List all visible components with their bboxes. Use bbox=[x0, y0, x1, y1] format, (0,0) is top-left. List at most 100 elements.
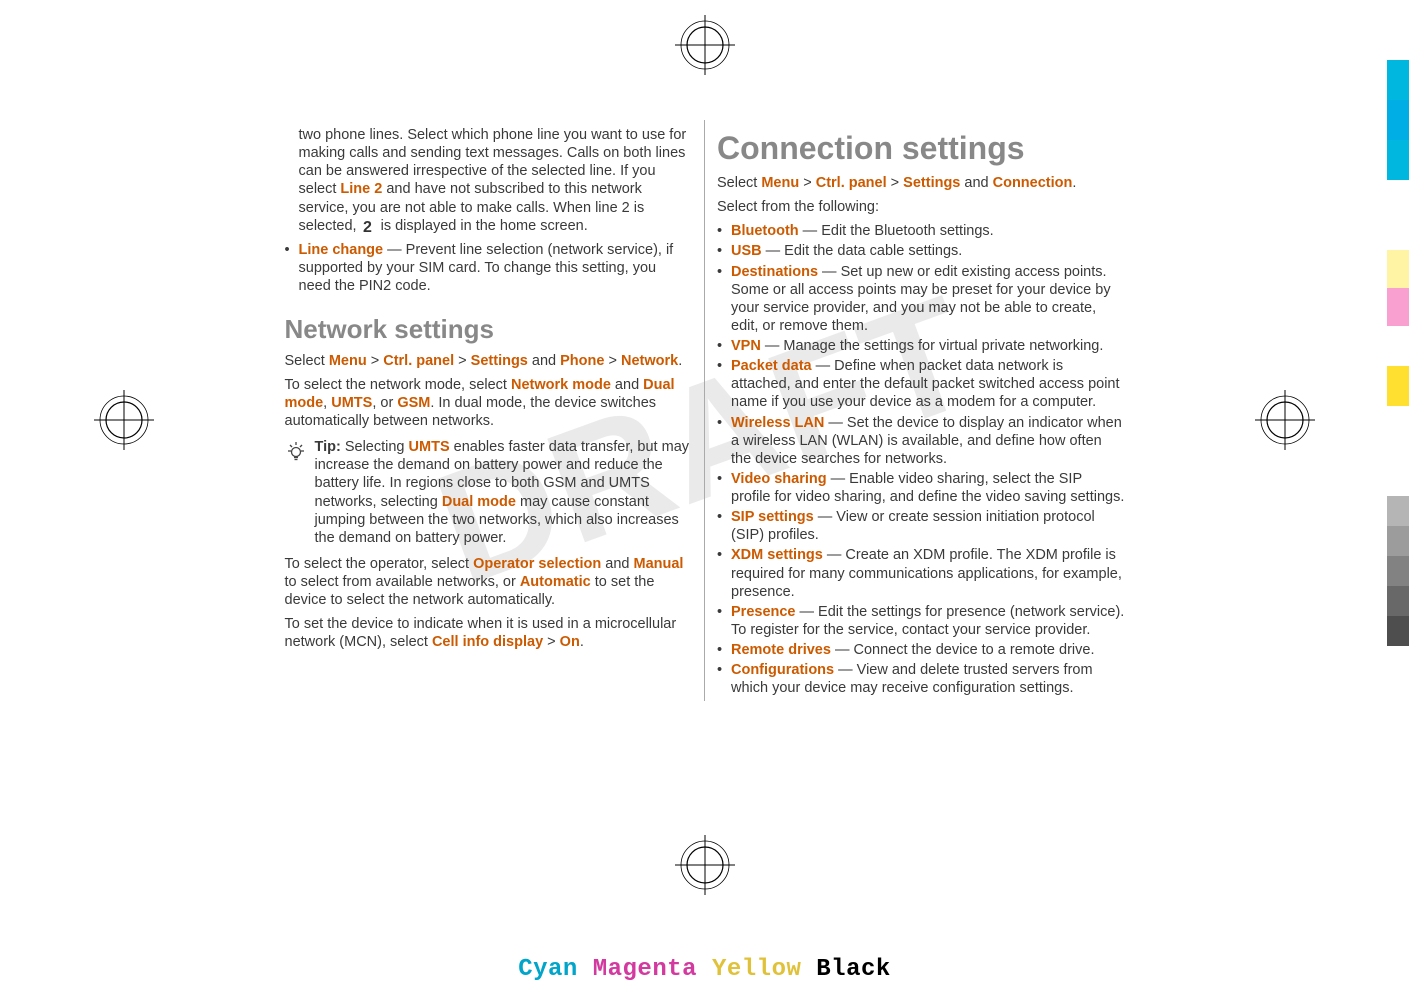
period: . bbox=[580, 634, 584, 650]
color-swatch bbox=[1387, 406, 1409, 496]
connection-item-label: SIP settings bbox=[731, 509, 814, 525]
svg-text:2: 2 bbox=[363, 219, 372, 235]
network-settings-heading: Network settings bbox=[285, 313, 693, 346]
op-pre: To select the operator, select bbox=[285, 556, 474, 572]
phone-link: Phone bbox=[560, 353, 604, 369]
operator-paragraph: To select the operator, select Operator … bbox=[285, 555, 693, 609]
line-change-item: Line change — Prevent line selection (ne… bbox=[285, 241, 693, 295]
tip-icon bbox=[285, 438, 307, 547]
color-calibration-bar bbox=[1387, 60, 1409, 646]
ctrl-panel-link: Ctrl. panel bbox=[383, 353, 454, 369]
color-swatch bbox=[1387, 250, 1409, 288]
color-swatch bbox=[1387, 326, 1409, 366]
black-label: Black bbox=[816, 956, 891, 983]
tip-block: Tip: Selecting UMTS enables faster data … bbox=[285, 438, 693, 547]
connection-item: Destinations — Set up new or edit existi… bbox=[717, 263, 1125, 336]
sep: > bbox=[604, 353, 621, 369]
sep: > bbox=[367, 353, 384, 369]
connection-settings-heading: Connection settings bbox=[717, 128, 1125, 168]
settings-link: Settings bbox=[471, 353, 528, 369]
automatic-link: Automatic bbox=[520, 574, 591, 590]
color-swatch bbox=[1387, 288, 1409, 326]
ctrl-panel-link: Ctrl. panel bbox=[816, 175, 887, 191]
period: . bbox=[1072, 175, 1076, 191]
operator-selection-link: Operator selection bbox=[473, 556, 601, 572]
and-label: and bbox=[611, 377, 643, 393]
left-column: two phone lines. Select which phone line… bbox=[285, 120, 705, 701]
intro-paragraph: two phone lines. Select which phone line… bbox=[285, 126, 693, 235]
page: DRAFT two phone lines. Select which phon… bbox=[165, 0, 1245, 1003]
connection-item: Video sharing — Enable video sharing, se… bbox=[717, 470, 1125, 506]
select-label: Select bbox=[717, 175, 761, 191]
color-swatch bbox=[1387, 586, 1409, 616]
magenta-label: Magenta bbox=[593, 956, 697, 983]
umts-link: UMTS bbox=[331, 395, 372, 411]
footer-color-labels: Cyan Magenta Yellow Black bbox=[518, 956, 891, 983]
color-swatch bbox=[1387, 496, 1409, 526]
connection-item-label: Presence bbox=[731, 604, 796, 620]
connection-item-label: Packet data bbox=[731, 358, 812, 374]
tip-pre: Selecting bbox=[341, 439, 409, 455]
connection-link: Connection bbox=[993, 175, 1073, 191]
connection-item-text: — Connect the device to a remote drive. bbox=[831, 642, 1095, 658]
from-following: Select from the following: bbox=[717, 198, 1125, 216]
color-swatch bbox=[1387, 140, 1409, 180]
or-label: , or bbox=[372, 395, 397, 411]
period: . bbox=[678, 353, 682, 369]
dual-mode-link-2: Dual mode bbox=[442, 494, 516, 510]
connection-item: Remote drives — Connect the device to a … bbox=[717, 641, 1125, 659]
mcn-paragraph: To set the device to indicate when it is… bbox=[285, 615, 693, 651]
select-label: Select bbox=[285, 353, 329, 369]
connection-item: Configurations — View and delete trusted… bbox=[717, 661, 1125, 697]
color-swatch bbox=[1387, 60, 1409, 100]
and-label: and bbox=[960, 175, 992, 191]
registration-mark-right bbox=[1255, 390, 1315, 450]
registration-mark-top bbox=[675, 15, 735, 75]
connection-item-label: Destinations bbox=[731, 264, 818, 280]
connection-item: XDM settings — Create an XDM profile. Th… bbox=[717, 546, 1125, 600]
connection-item: Packet data — Define when packet data ne… bbox=[717, 357, 1125, 411]
network-mode-paragraph: To select the network mode, select Netwo… bbox=[285, 376, 693, 430]
color-swatch bbox=[1387, 100, 1409, 140]
connection-item: USB — Edit the data cable settings. bbox=[717, 242, 1125, 260]
connection-item-label: VPN bbox=[731, 338, 761, 354]
umts-link-2: UMTS bbox=[409, 439, 450, 455]
connection-path: Select Menu > Ctrl. panel > Settings and… bbox=[717, 174, 1125, 192]
connection-item-text: — Edit the data cable settings. bbox=[762, 243, 963, 259]
mode-pre: To select the network mode, select bbox=[285, 377, 511, 393]
cell-info-link: Cell info display bbox=[432, 634, 543, 650]
content-columns: two phone lines. Select which phone line… bbox=[285, 120, 1125, 701]
and-label: and bbox=[528, 353, 560, 369]
connection-item-label: XDM settings bbox=[731, 547, 823, 563]
line2-link: Line 2 bbox=[340, 181, 382, 197]
connection-item-label: Video sharing bbox=[731, 471, 827, 487]
connection-item-label: Wireless LAN bbox=[731, 415, 824, 431]
comma: , bbox=[323, 395, 331, 411]
connection-items-list: Bluetooth — Edit the Bluetooth settings.… bbox=[717, 222, 1125, 697]
gsm-link: GSM bbox=[397, 395, 430, 411]
connection-item: SIP settings — View or create session in… bbox=[717, 508, 1125, 544]
connection-item-text: — Edit the Bluetooth settings. bbox=[799, 223, 994, 239]
color-swatch bbox=[1387, 366, 1409, 406]
connection-item: Wireless LAN — Set the device to display… bbox=[717, 414, 1125, 468]
line2-indicator-icon: 2 bbox=[361, 217, 377, 235]
sep: > bbox=[799, 175, 816, 191]
network-link: Network bbox=[621, 353, 678, 369]
color-swatch bbox=[1387, 616, 1409, 646]
color-swatch bbox=[1387, 526, 1409, 556]
tip-label: Tip: bbox=[315, 439, 341, 455]
settings-link: Settings bbox=[903, 175, 960, 191]
registration-mark-bottom bbox=[675, 835, 735, 895]
connection-item-label: USB bbox=[731, 243, 762, 259]
connection-item: Presence — Edit the settings for presenc… bbox=[717, 603, 1125, 639]
sep: > bbox=[454, 353, 471, 369]
line-change-list: Line change — Prevent line selection (ne… bbox=[285, 241, 693, 295]
network-path: Select Menu > Ctrl. panel > Settings and… bbox=[285, 352, 693, 370]
connection-item: VPN — Manage the settings for virtual pr… bbox=[717, 337, 1125, 355]
manual-link: Manual bbox=[633, 556, 683, 572]
network-mode-link: Network mode bbox=[511, 377, 611, 393]
right-column: Connection settings Select Menu > Ctrl. … bbox=[704, 120, 1125, 701]
connection-item-label: Remote drives bbox=[731, 642, 831, 658]
yellow-label: Yellow bbox=[712, 956, 801, 983]
menu-link: Menu bbox=[329, 353, 367, 369]
